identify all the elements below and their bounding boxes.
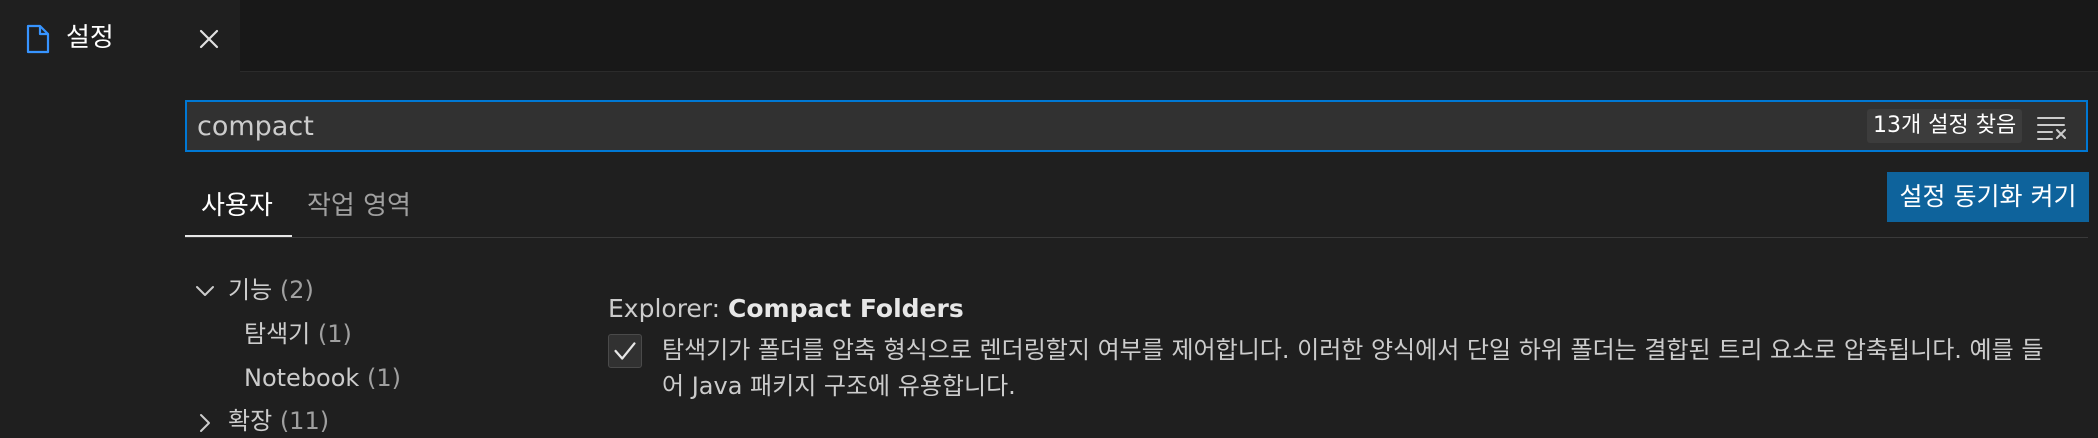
toc-item-label: 확장	[228, 407, 273, 435]
setting-category: Explorer:	[608, 294, 729, 323]
setting-title: Explorer: Compact Folders	[608, 292, 964, 326]
tab-user[interactable]: 사용자	[201, 188, 273, 224]
toc-item-label: Notebook	[244, 364, 360, 392]
toc-item-count: (1)	[317, 320, 352, 348]
editor-tab-bar: 설정	[0, 0, 2098, 72]
toc-item-count: (11)	[279, 407, 330, 435]
toc-item-notebook[interactable]: Notebook (1)	[244, 361, 401, 395]
turn-on-settings-sync-button[interactable]: 설정 동기화 켜기	[1887, 172, 2089, 222]
setting-description: 탐색기가 폴더를 압축 형식으로 렌더링할지 여부를 제어합니다. 이러한 양식…	[662, 336, 2044, 400]
clear-filter-icon[interactable]	[2035, 112, 2069, 142]
chevron-right-icon[interactable]	[194, 412, 216, 434]
toc-item-features[interactable]: 기능 (2)	[228, 273, 314, 307]
settings-scope-tabs: 사용자 작업 영역	[185, 174, 2088, 238]
tab-workspace[interactable]: 작업 영역	[307, 188, 411, 224]
toc-item-label: 기능	[228, 276, 273, 304]
search-result-count: 13개 설정 찾음	[1867, 109, 2023, 143]
toc-item-label: 탐색기	[244, 320, 311, 348]
active-tab-indicator	[185, 235, 292, 237]
chevron-down-icon[interactable]	[194, 280, 216, 302]
toc-item-count: (1)	[366, 364, 401, 392]
tab-label: 설정	[66, 23, 114, 53]
toc-item-count: (2)	[279, 276, 314, 304]
check-icon	[614, 342, 636, 360]
settings-editor-tab[interactable]: 설정	[0, 0, 240, 72]
settings-search-box: 13개 설정 찾음	[185, 100, 2088, 152]
file-icon	[26, 24, 50, 54]
toc-item-extensions[interactable]: 확장 (11)	[228, 404, 329, 438]
toc-item-explorer[interactable]: 탐색기 (1)	[244, 317, 352, 351]
settings-search-input[interactable]	[195, 106, 1795, 146]
compact-folders-checkbox[interactable]	[608, 334, 642, 368]
setting-name: Compact Folders	[728, 294, 964, 323]
close-icon[interactable]	[196, 26, 222, 52]
